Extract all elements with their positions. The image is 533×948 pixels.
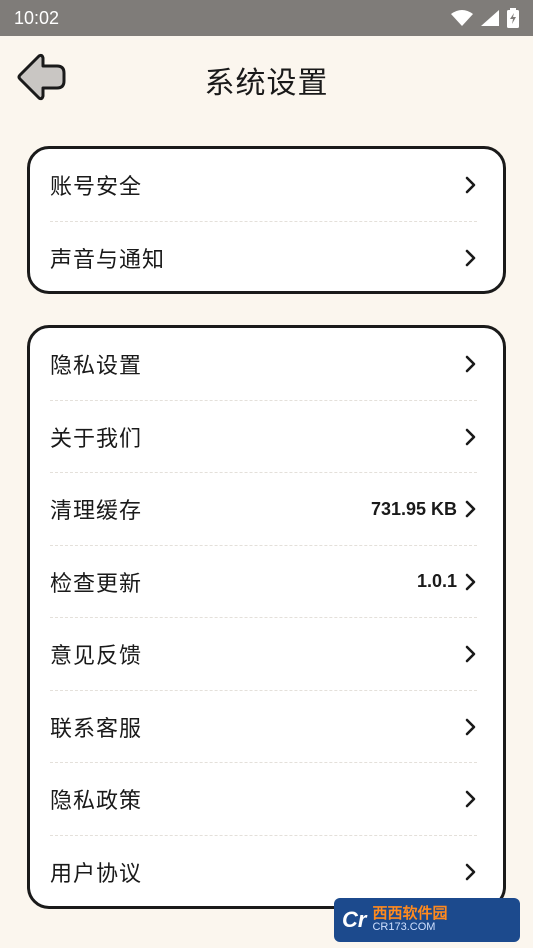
settings-item-label: 用户协议 xyxy=(50,861,143,887)
chevron-right-icon xyxy=(465,249,476,267)
signal-icon xyxy=(481,10,499,26)
watermark-logo-mark: Cr xyxy=(342,907,367,932)
settings-item-about-us[interactable]: 关于我们 xyxy=(50,401,477,474)
chevron-right-icon xyxy=(465,428,476,446)
battery-charging-icon xyxy=(507,8,519,28)
settings-group-account: 账号安全 声音与通知 xyxy=(27,146,506,294)
header: 系统设置 xyxy=(0,36,533,120)
settings-item-label: 检查更新 xyxy=(50,571,143,597)
settings-item-right xyxy=(463,718,477,736)
page-title: 系统设置 xyxy=(204,66,329,101)
settings-item-label: 隐私设置 xyxy=(50,354,143,380)
settings-item-privacy-settings[interactable]: 隐私设置 xyxy=(50,328,477,401)
settings-item-right xyxy=(463,645,477,663)
watermark-main-text: 西西软件园 xyxy=(372,904,448,923)
settings-item-label: 意见反馈 xyxy=(50,644,143,670)
settings-item-right xyxy=(463,355,477,373)
settings-item-clear-cache[interactable]: 清理缓存 731.95 KB xyxy=(50,473,477,546)
chevron-right-icon xyxy=(465,355,476,373)
status-icons xyxy=(451,8,519,28)
settings-item-right xyxy=(463,790,477,808)
settings-item-right xyxy=(463,249,477,267)
settings-item-label: 清理缓存 xyxy=(50,499,143,525)
chevron-right-icon xyxy=(465,573,476,591)
cache-size-value: 731.95 KB xyxy=(370,498,457,519)
version-value: 1.0.1 xyxy=(416,571,457,592)
chevron-right-icon xyxy=(465,645,476,663)
settings-item-right xyxy=(463,176,477,194)
settings-item-label: 账号安全 xyxy=(50,175,143,201)
watermark-text: 西西软件园 CR173.COM xyxy=(372,906,447,933)
settings-item-right: 731.95 KB xyxy=(371,499,477,520)
chevron-right-icon xyxy=(465,863,476,881)
settings-group-general: 隐私设置 关于我们 清理缓存 731.95 KB 检查更新 1.0.1 意见反馈… xyxy=(27,325,506,909)
settings-item-check-update[interactable]: 检查更新 1.0.1 xyxy=(50,546,477,619)
settings-item-sound-notification[interactable]: 声音与通知 xyxy=(50,222,477,295)
status-time: 10:02 xyxy=(14,7,60,28)
watermark-sub-text: CR173.COM xyxy=(372,921,436,934)
settings-item-right: 1.0.1 xyxy=(417,571,477,592)
settings-item-label: 关于我们 xyxy=(50,426,143,452)
chevron-right-icon xyxy=(465,790,476,808)
wifi-icon xyxy=(451,10,473,26)
chevron-right-icon xyxy=(465,500,476,518)
settings-item-feedback[interactable]: 意见反馈 xyxy=(50,618,477,691)
chevron-right-icon xyxy=(465,176,476,194)
settings-item-privacy-policy[interactable]: 隐私政策 xyxy=(50,763,477,836)
settings-item-label: 声音与通知 xyxy=(50,247,166,273)
settings-item-right xyxy=(463,428,477,446)
status-bar: 10:02 xyxy=(0,0,533,36)
chevron-right-icon xyxy=(465,718,476,736)
settings-item-label: 隐私政策 xyxy=(50,789,143,815)
settings-item-contact-support[interactable]: 联系客服 xyxy=(50,691,477,764)
settings-item-label: 联系客服 xyxy=(50,716,143,742)
settings-item-right xyxy=(463,863,477,881)
watermark-logo: Cr 西西软件园 CR173.COM xyxy=(334,898,520,942)
settings-item-account-security[interactable]: 账号安全 xyxy=(50,149,477,222)
